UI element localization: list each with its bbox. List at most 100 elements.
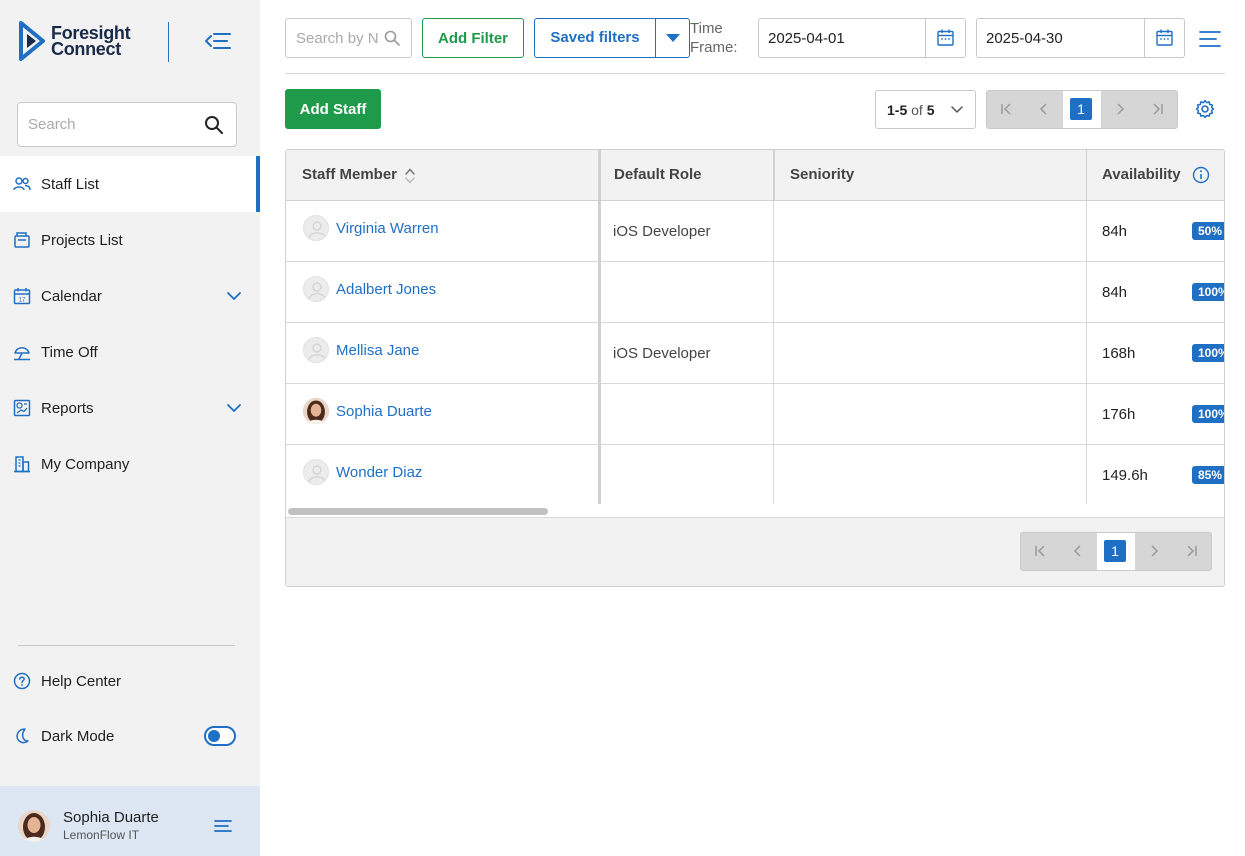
svg-text:17: 17 <box>19 298 26 304</box>
page-size-dropdown[interactable]: 1-5 of 5 <box>875 90 976 129</box>
staff-table: Staff Member Default Role Seniority Avai… <box>285 149 1225 587</box>
scrollbar-thumb[interactable] <box>288 508 548 515</box>
cell-default-role <box>598 262 773 322</box>
availability-percent-badge: 100% <box>1192 283 1224 301</box>
sidebar-item-staff-list[interactable]: Staff List <box>0 156 260 212</box>
dark-mode-row: Dark Mode <box>0 716 260 756</box>
person-icon <box>308 343 326 361</box>
cell-availability: 149.6h 85% <box>1086 445 1224 505</box>
person-icon <box>308 221 326 239</box>
last-page-button[interactable] <box>1173 533 1211 570</box>
cell-seniority <box>773 323 1086 383</box>
cell-default-role <box>598 384 773 444</box>
help-center-label: Help Center <box>41 672 122 690</box>
sidebar-search-input[interactable] <box>18 103 188 146</box>
chevron-down-icon[interactable] <box>226 288 242 304</box>
prev-page-button[interactable] <box>1025 91 1063 128</box>
cell-availability: 176h 100% <box>1086 384 1224 444</box>
name-search-input[interactable] <box>286 19 378 57</box>
toggle-knob <box>208 730 220 742</box>
chevron-right-icon <box>1151 545 1159 557</box>
staff-name-link[interactable]: Mellisa Jane <box>336 342 419 359</box>
cell-availability: 84h 50% <box>1086 201 1224 261</box>
availability-percent-badge: 85% <box>1192 466 1224 484</box>
menu-icon[interactable] <box>1199 29 1221 49</box>
availability-hours: 176h <box>1102 406 1136 423</box>
sidebar-item-my-company[interactable]: My Company <box>0 436 260 492</box>
settings-gear-icon[interactable] <box>1195 99 1215 119</box>
dark-mode-label: Dark Mode <box>41 727 115 745</box>
start-date-input[interactable] <box>759 19 909 57</box>
building-icon <box>14 456 30 473</box>
saved-filters-label[interactable]: Saved filters <box>535 19 656 57</box>
column-header-staff-member[interactable]: Staff Member <box>286 150 598 200</box>
add-staff-button[interactable]: Add Staff <box>285 89 381 129</box>
availability-hours: 84h <box>1102 223 1128 240</box>
next-page-button[interactable] <box>1135 533 1173 570</box>
search-icon[interactable] <box>384 30 400 46</box>
next-page-button[interactable] <box>1101 91 1139 128</box>
page-1-button[interactable]: 1 <box>1097 533 1135 570</box>
logo-divider <box>168 22 169 62</box>
first-page-button[interactable] <box>987 91 1025 128</box>
first-page-button[interactable] <box>1021 533 1059 570</box>
brand-name: Foresight Connect <box>51 24 131 58</box>
chevron-down-icon <box>951 106 963 113</box>
sidebar-search <box>17 102 237 147</box>
availability-percent-badge: 50% <box>1192 222 1224 240</box>
add-filter-button[interactable]: Add Filter <box>422 18 524 58</box>
brand-logo[interactable]: Foresight Connect <box>18 20 131 62</box>
availability-percent-badge: 100% <box>1192 344 1224 362</box>
sort-icon[interactable] <box>404 167 416 185</box>
staff-name-link[interactable]: Sophia Duarte <box>336 403 432 420</box>
sidebar-item-label: Staff List <box>41 175 100 193</box>
horizontal-scrollbar[interactable] <box>286 504 1224 518</box>
collapse-sidebar-icon[interactable] <box>203 28 233 54</box>
help-center-link[interactable]: Help Center <box>0 661 260 701</box>
last-page-button[interactable] <box>1139 91 1177 128</box>
start-date-picker[interactable] <box>925 19 965 57</box>
staff-name-link[interactable]: Adalbert Jones <box>336 281 436 298</box>
sidebar-item-label: Time Off <box>41 343 98 361</box>
column-header-seniority[interactable]: Seniority <box>773 150 1086 200</box>
dark-mode-toggle[interactable] <box>204 726 236 746</box>
current-page: 1 <box>1070 98 1092 120</box>
prev-page-button[interactable] <box>1059 533 1097 570</box>
calendar-icon: 17 <box>13 288 31 305</box>
avatar-photo-icon <box>18 810 50 842</box>
page-1-button[interactable]: 1 <box>1063 91 1101 128</box>
page-of-word: of <box>911 102 923 118</box>
end-date-picker[interactable] <box>1144 19 1184 57</box>
end-date-input[interactable] <box>977 19 1127 57</box>
role-text: iOS Developer <box>613 223 711 240</box>
table-row: Adalbert Jones 84h 100% <box>286 262 1224 323</box>
page-range: 1-5 <box>887 102 908 118</box>
table-row: Wonder Diaz 149.6h 85% <box>286 445 1224 506</box>
cell-default-role <box>598 445 773 505</box>
saved-filters-button: Saved filters <box>534 18 690 58</box>
time-off-icon <box>14 347 30 361</box>
chevron-right-icon <box>1117 103 1125 115</box>
sidebar: Foresight Connect Staff List <box>0 0 260 856</box>
user-avatar[interactable] <box>18 810 50 842</box>
sidebar-item-reports[interactable]: Reports <box>0 380 260 436</box>
sidebar-item-calendar[interactable]: 17 Calendar <box>0 268 260 324</box>
sidebar-item-time-off[interactable]: Time Off <box>0 324 260 380</box>
staff-name-link[interactable]: Wonder Diaz <box>336 464 422 481</box>
table-header: Staff Member Default Role Seniority Avai… <box>286 150 1224 201</box>
column-header-availability[interactable]: Availability <box>1086 150 1224 200</box>
chevron-down-icon[interactable] <box>226 400 242 416</box>
cell-availability: 84h 100% <box>1086 262 1224 322</box>
user-menu-icon[interactable] <box>214 818 232 834</box>
search-icon[interactable] <box>204 115 224 135</box>
sidebar-nav: Staff List Projects List 17 Calendar Tim… <box>0 156 260 492</box>
column-header-default-role[interactable]: Default Role <box>598 150 773 200</box>
cell-staff-member: Sophia Duarte <box>286 384 598 444</box>
sidebar-item-projects-list[interactable]: Projects List <box>0 212 260 268</box>
info-icon[interactable] <box>1192 166 1210 184</box>
table-body: Virginia Warren iOS Developer 84h 50% Ad… <box>286 201 1224 506</box>
table-row: Virginia Warren iOS Developer 84h 50% <box>286 201 1224 262</box>
staff-name-link[interactable]: Virginia Warren <box>336 220 439 237</box>
saved-filters-dropdown[interactable] <box>656 19 689 57</box>
last-page-icon <box>1187 545 1197 557</box>
